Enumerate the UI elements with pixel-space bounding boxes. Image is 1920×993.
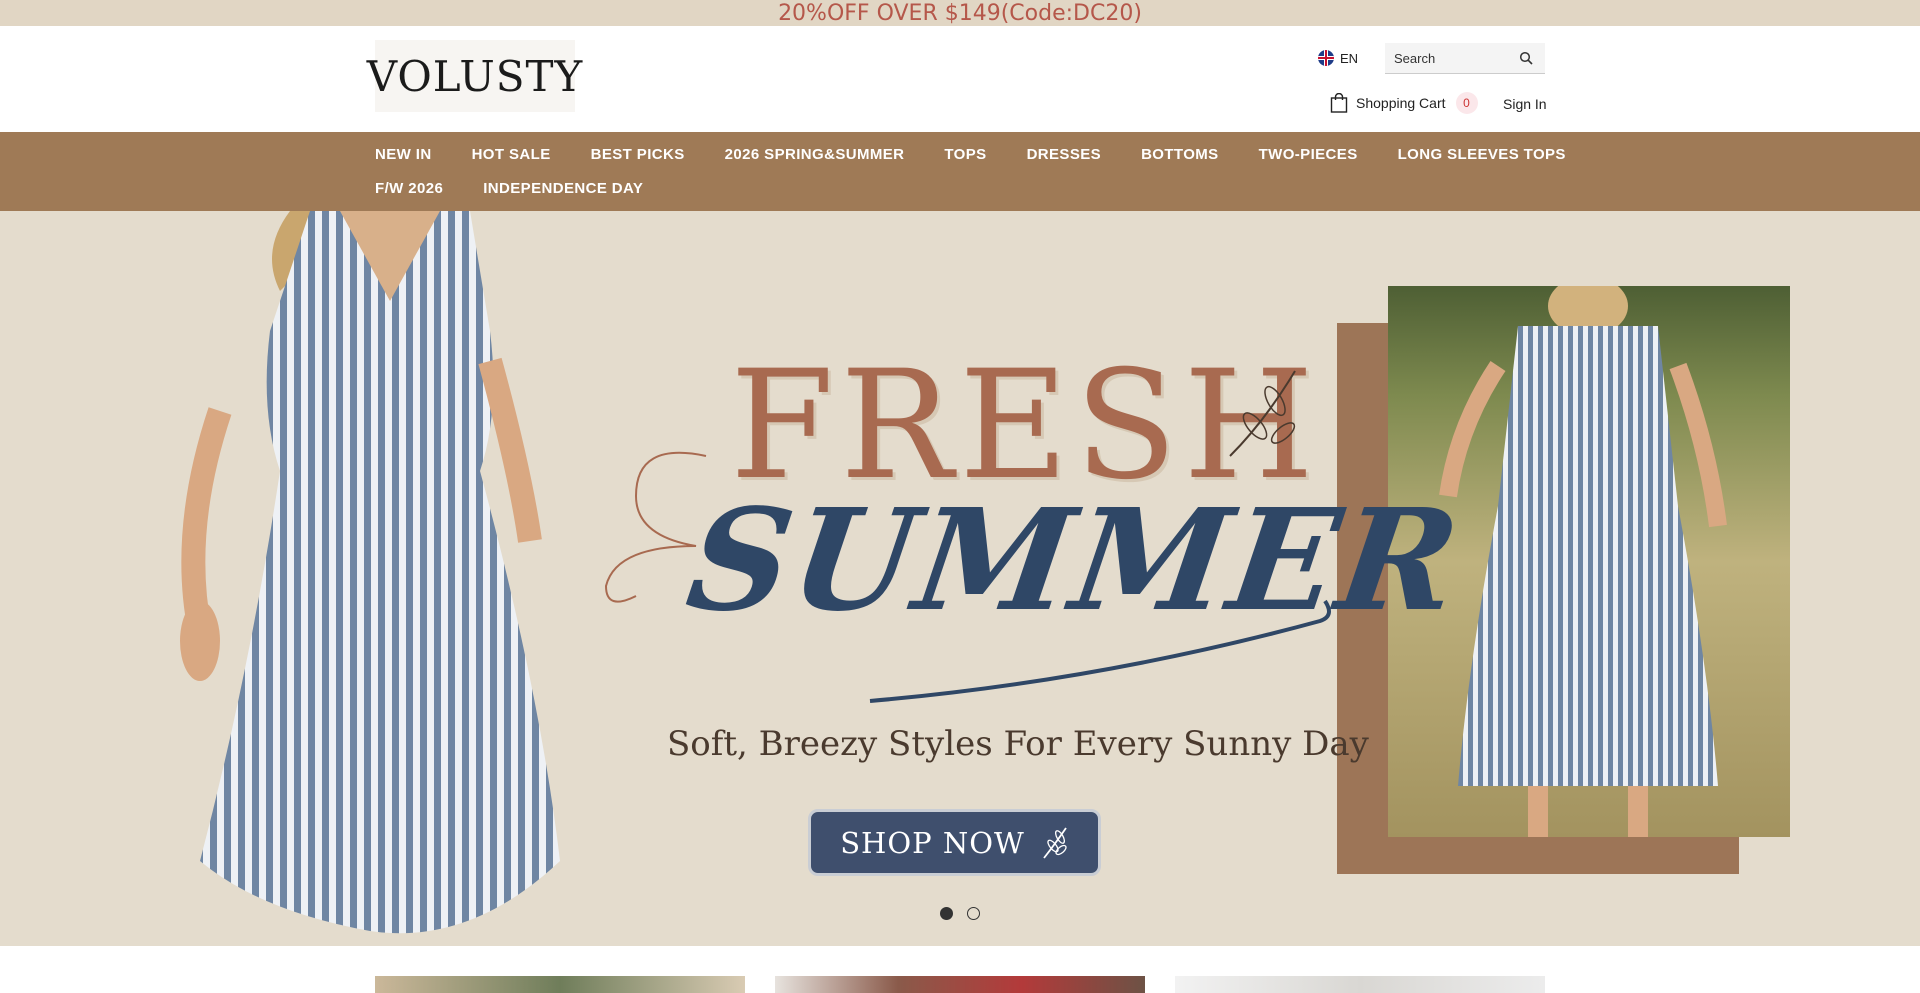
nav-item-tops[interactable]: TOPS bbox=[944, 146, 986, 163]
site-logo[interactable]: VOLUSTY bbox=[367, 40, 582, 112]
language-label: EN bbox=[1340, 50, 1359, 66]
slider-dot-1[interactable] bbox=[940, 907, 953, 920]
tagline-text: Soft, Breezy Styles For Every Sunny Day bbox=[667, 724, 1369, 764]
cart-count-badge: 0 bbox=[1455, 92, 1478, 114]
cart-label: Shopping Cart bbox=[1356, 95, 1446, 111]
logo-text: VOLUSTY bbox=[366, 51, 584, 101]
sign-in-link[interactable]: Sign In bbox=[1503, 96, 1547, 112]
main-nav: NEW IN HOT SALE BEST PICKS 2026 SPRING&SUMM… bbox=[0, 132, 1920, 211]
site-header: VOLUSTY EN Shopping Cart 0 Sign In bbox=[0, 26, 1920, 132]
nav-item-dresses[interactable]: DRESSES bbox=[1027, 146, 1102, 163]
nav-item-long-sleeves-tops[interactable]: LONG SLEEVES TOPS bbox=[1398, 146, 1566, 163]
nav-item-two-pieces[interactable]: TWO-PIECES bbox=[1259, 146, 1358, 163]
nav-row-1: NEW IN HOT SALE BEST PICKS 2026 SPRING&SUMM… bbox=[375, 146, 1606, 163]
search-icon[interactable] bbox=[1519, 51, 1533, 65]
hero-tagline: Soft, Breezy Styles For Every Sunny Day bbox=[655, 724, 1369, 764]
shopping-bag-icon bbox=[1330, 93, 1348, 113]
nav-item-2026-spring-summer[interactable]: 2026 SPRING&SUMMER bbox=[725, 146, 905, 163]
leaf-icon bbox=[1043, 826, 1067, 859]
nav-item-bottoms[interactable]: BOTTOMS bbox=[1141, 146, 1219, 163]
nav-item-new-in[interactable]: NEW IN bbox=[375, 146, 432, 163]
search-box bbox=[1385, 43, 1545, 74]
decorative-swirl-right bbox=[869, 599, 1331, 703]
nav-item-independence-day[interactable]: INDEPENDENCE DAY bbox=[483, 180, 643, 197]
category-thumb-2[interactable] bbox=[775, 976, 1145, 993]
promo-text: 20%OFF OVER $149(Code:DC20) bbox=[778, 0, 1142, 26]
promo-bar: 20%OFF OVER $149(Code:DC20) bbox=[0, 0, 1920, 26]
model-photo-left bbox=[180, 211, 560, 934]
category-thumbnails bbox=[375, 976, 1545, 993]
nav-item-best-picks[interactable]: BEST PICKS bbox=[591, 146, 685, 163]
shopping-cart-link[interactable]: Shopping Cart 0 bbox=[1330, 92, 1478, 114]
category-thumb-3[interactable] bbox=[1175, 976, 1545, 993]
hero-banner[interactable]: FRESH SUMMER Soft, Breezy Styles For Eve… bbox=[0, 211, 1920, 946]
uk-flag-icon bbox=[1318, 50, 1334, 66]
nav-row-2: F/W 2026 INDEPENDENCE DAY bbox=[375, 180, 683, 197]
nav-item-hot-sale[interactable]: HOT SALE bbox=[472, 146, 551, 163]
category-thumb-1[interactable] bbox=[375, 976, 745, 993]
shop-now-button[interactable]: SHOP NOW bbox=[808, 809, 1101, 876]
leaf-branch-icon bbox=[1229, 370, 1296, 457]
slider-dots bbox=[940, 907, 980, 920]
slider-dot-2[interactable] bbox=[967, 907, 980, 920]
nav-item-f-w-2026[interactable]: F/W 2026 bbox=[375, 180, 443, 197]
search-input[interactable] bbox=[1385, 50, 1515, 66]
shop-now-label: SHOP NOW bbox=[840, 825, 1025, 860]
language-selector[interactable]: EN bbox=[1318, 50, 1358, 66]
